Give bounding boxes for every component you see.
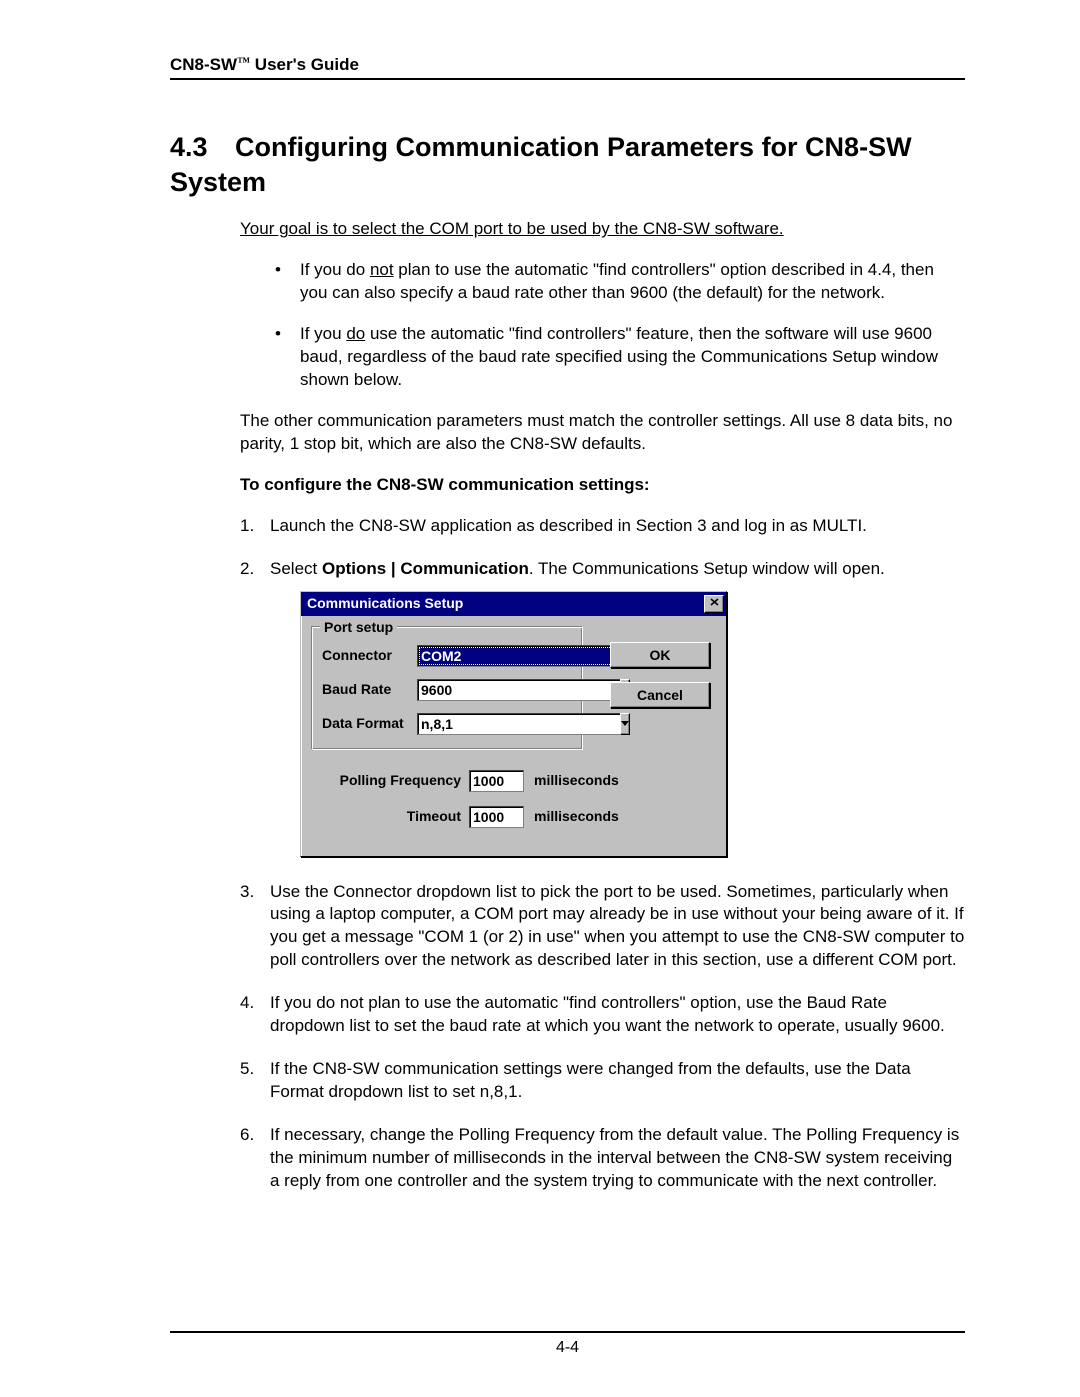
ordered-steps: 1.Launch the CN8-SW application as descr… [240, 515, 965, 1193]
data-format-value[interactable] [417, 713, 620, 735]
trademark: ™ [237, 54, 250, 69]
ok-button[interactable]: OK [610, 642, 710, 668]
baud-value[interactable] [417, 679, 620, 701]
timeout-input[interactable] [469, 806, 524, 828]
step-5: 5.If the CN8-SW communication settings w… [240, 1058, 965, 1104]
section-number: 4.3 [170, 130, 235, 165]
dialog-title: Communications Setup [307, 594, 463, 613]
polling-unit: milliseconds [534, 771, 619, 790]
cancel-button[interactable]: Cancel [610, 682, 710, 708]
bullet-list: • If you do not plan to use the automati… [240, 259, 965, 392]
timeout-label: Timeout [311, 807, 469, 826]
polling-input[interactable] [469, 770, 524, 792]
bullet-dot-icon: • [275, 259, 281, 282]
page-number: 4-4 [170, 1331, 965, 1357]
step-4: 4.If you do not plan to use the automati… [240, 992, 965, 1038]
close-icon [710, 598, 719, 606]
data-format-dropdown[interactable] [417, 713, 499, 735]
section-text: Configuring Communication Parameters for… [170, 132, 912, 197]
step-2: 2. Select Options | Communication. The C… [240, 558, 965, 857]
page-header: CN8-SW™ User's Guide [170, 55, 965, 80]
step-3: 3.Use the Connector dropdown list to pic… [240, 881, 965, 973]
section-title: 4.3Configuring Communication Parameters … [170, 130, 965, 200]
close-button[interactable] [704, 595, 724, 613]
step-6: 6.If necessary, change the Polling Frequ… [240, 1124, 965, 1193]
guide-suffix: User's Guide [250, 55, 359, 74]
paragraph: The other communication parameters must … [240, 410, 965, 456]
port-setup-group: Port setup Connector Baud Rate [311, 626, 583, 750]
connector-value[interactable] [417, 645, 620, 667]
bullet-item: • If you do use the automatic "find cont… [240, 323, 965, 392]
group-legend: Port setup [320, 618, 397, 637]
baud-label: Baud Rate [322, 680, 417, 699]
bullet-item: • If you do not plan to use the automati… [240, 259, 965, 305]
product-name: CN8-SW [170, 55, 237, 74]
connector-label: Connector [322, 646, 417, 665]
baud-dropdown[interactable] [417, 679, 499, 701]
connector-dropdown[interactable] [417, 645, 499, 667]
goal-line: Your goal is to select the COM port to b… [240, 218, 965, 241]
timeout-unit: milliseconds [534, 807, 619, 826]
dialog-titlebar[interactable]: Communications Setup [301, 592, 726, 616]
data-format-label: Data Format [322, 714, 417, 733]
communications-setup-dialog: Communications Setup Port setup Connecto… [300, 591, 727, 857]
step-1: 1.Launch the CN8-SW application as descr… [240, 515, 965, 538]
to-configure-heading: To configure the CN8-SW communication se… [240, 474, 965, 497]
bullet-dot-icon: • [275, 323, 281, 346]
polling-label: Polling Frequency [311, 771, 469, 790]
